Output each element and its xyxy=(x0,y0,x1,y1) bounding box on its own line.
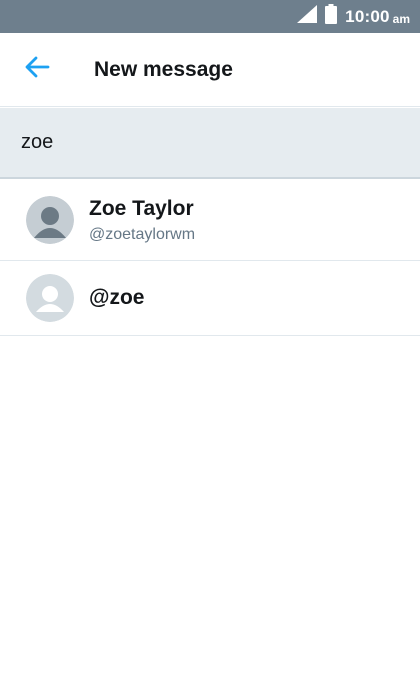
page-title: New message xyxy=(94,57,233,81)
back-button[interactable] xyxy=(0,33,74,107)
arrow-left-icon xyxy=(24,56,50,83)
signal-icon xyxy=(297,5,318,28)
status-ampm: am xyxy=(392,11,410,26)
status-bar: 10:00 am xyxy=(0,0,420,33)
search-results-list: Zoe Taylor @zoetaylorwm @zoe xyxy=(0,180,420,336)
battery-icon xyxy=(325,4,338,29)
recipient-search-bar xyxy=(0,108,420,179)
avatar xyxy=(26,274,74,322)
result-name: @zoe xyxy=(89,286,145,309)
status-time: 10:00 xyxy=(345,6,390,26)
recipient-search-input[interactable] xyxy=(21,131,401,154)
header: New message xyxy=(0,33,420,107)
result-item-zoe-handle[interactable]: @zoe xyxy=(0,261,420,336)
result-handle: @zoetaylorwm xyxy=(89,225,196,243)
result-name: Zoe Taylor xyxy=(89,196,194,220)
avatar xyxy=(26,196,74,244)
result-item-zoe-taylor[interactable]: Zoe Taylor @zoetaylorwm xyxy=(0,180,420,261)
